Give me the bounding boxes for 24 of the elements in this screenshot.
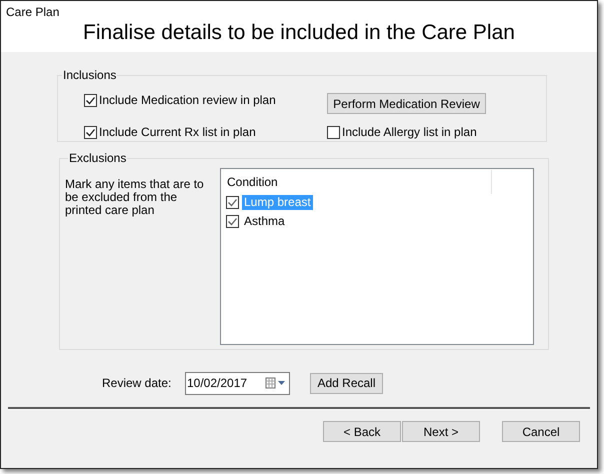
perform-review-button[interactable]: Perform Medication Review: [327, 93, 486, 114]
checkbox[interactable]: [226, 196, 239, 209]
checkbox[interactable]: [327, 126, 340, 138]
column-header[interactable]: Condition: [227, 175, 278, 189]
group-title: Exclusions: [68, 152, 128, 165]
date-picker[interactable]: 10/02/2017: [185, 372, 290, 394]
calendar-icon: [265, 377, 287, 389]
checkbox[interactable]: [84, 94, 97, 106]
next-button[interactable]: Next >: [402, 421, 480, 442]
checkbox[interactable]: [84, 126, 97, 138]
group-title: Inclusions: [62, 69, 118, 82]
checkbox[interactable]: [226, 215, 239, 228]
cancel-button[interactable]: Cancel: [502, 421, 580, 442]
checkbox-option[interactable]: Include Allergy list in plan: [327, 125, 477, 139]
add-recall-button[interactable]: Add Recall: [310, 372, 383, 394]
list-item[interactable]: Asthma: [242, 214, 287, 229]
back-button[interactable]: < Back: [323, 421, 401, 442]
review-date-label: Review date:: [102, 375, 172, 392]
checkbox-option[interactable]: Include Current Rx list in plan: [84, 125, 256, 139]
condition-list[interactable]: Condition Lump breast Asthma: [220, 168, 534, 345]
checkbox-option[interactable]: Include Medication review in plan: [84, 93, 276, 107]
dialog-heading: Finalise details to be included in the Care Plan: [83, 20, 515, 46]
instruction-text: Mark any items that are to be excluded from the printed care plan: [65, 178, 205, 219]
window-title: Care Plan: [5, 4, 60, 19]
